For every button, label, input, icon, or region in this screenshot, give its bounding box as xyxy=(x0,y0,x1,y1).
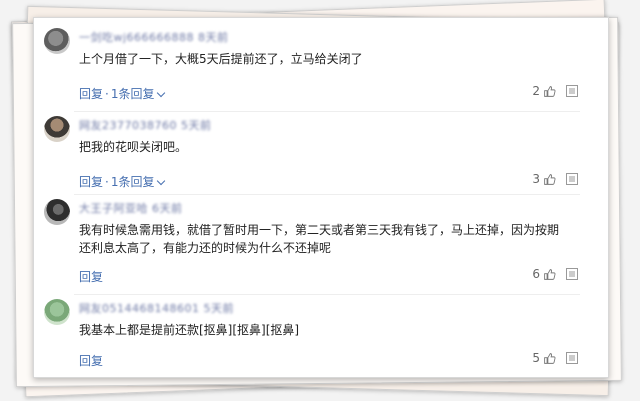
comment-right-actions: 6 xyxy=(532,267,578,281)
thumb-up-icon xyxy=(544,173,556,185)
reply-count-label: 1条回复 xyxy=(110,87,155,101)
comment-username[interactable]: 大王子阿亚哈 6天前 xyxy=(79,203,183,215)
chevron-down-icon xyxy=(157,176,166,186)
like-count: 5 xyxy=(532,351,540,365)
chevron-down-icon xyxy=(157,88,166,98)
comment-text: 我有时候急需用钱，就借了暂时用一下，第二天或者第三天我有钱了，马上还掉，因为按期… xyxy=(79,223,560,255)
divider xyxy=(74,294,580,295)
thumb-up-icon xyxy=(544,85,556,97)
comment-actions: 回复 · 1条回复 xyxy=(79,86,166,102)
reply-button[interactable]: 回复 xyxy=(79,354,103,368)
avatar[interactable] xyxy=(44,299,70,325)
comment-actions: 回复 xyxy=(79,269,103,285)
like-count: 3 xyxy=(532,172,540,186)
comment-actions: 回复 · 1条回复 xyxy=(79,174,166,190)
thumb-up-icon xyxy=(544,352,556,364)
more-icon[interactable] xyxy=(566,268,578,280)
avatar[interactable] xyxy=(44,116,70,142)
view-replies-button[interactable]: 1条回复 xyxy=(110,175,166,189)
like-count: 6 xyxy=(532,267,540,281)
like-button[interactable]: 2 xyxy=(532,84,556,98)
thumb-up-icon xyxy=(544,268,556,280)
more-icon[interactable] xyxy=(566,352,578,364)
divider xyxy=(74,194,580,195)
more-icon[interactable] xyxy=(566,173,578,185)
comment-username[interactable]: 网友2377038760 5天前 xyxy=(79,120,211,132)
comment-right-actions: 5 xyxy=(532,351,578,365)
comment-username[interactable]: 网友0514468148601 5天前 xyxy=(79,303,234,315)
comment-right-actions: 2 xyxy=(532,84,578,98)
comment-username[interactable]: 一剑吃wj666666888 8天前 xyxy=(79,32,229,44)
divider xyxy=(74,111,580,112)
comment-text: 我基本上都是提前还款[抠鼻][抠鼻][抠鼻] xyxy=(79,323,300,337)
reply-button[interactable]: 回复 xyxy=(79,175,103,189)
comment-list-card: 一剑吃wj666666888 8天前 上个月借了一下，大概5天后提前还了，立马给… xyxy=(33,17,609,378)
like-count: 2 xyxy=(532,84,540,98)
more-icon[interactable] xyxy=(566,85,578,97)
comment-text: 把我的花呗关闭吧。 xyxy=(79,140,188,154)
comment-actions: 回复 xyxy=(79,353,103,369)
comment-right-actions: 3 xyxy=(532,172,578,186)
avatar[interactable] xyxy=(44,199,70,225)
view-replies-button[interactable]: 1条回复 xyxy=(110,87,166,101)
reply-count-label: 1条回复 xyxy=(110,175,155,189)
comment-text: 上个月借了一下，大概5天后提前还了，立马给关闭了 xyxy=(79,52,363,66)
like-button[interactable]: 6 xyxy=(532,267,556,281)
reply-button[interactable]: 回复 xyxy=(79,270,103,284)
avatar[interactable] xyxy=(44,28,70,54)
reply-button[interactable]: 回复 xyxy=(79,87,103,101)
like-button[interactable]: 3 xyxy=(532,172,556,186)
like-button[interactable]: 5 xyxy=(532,351,556,365)
